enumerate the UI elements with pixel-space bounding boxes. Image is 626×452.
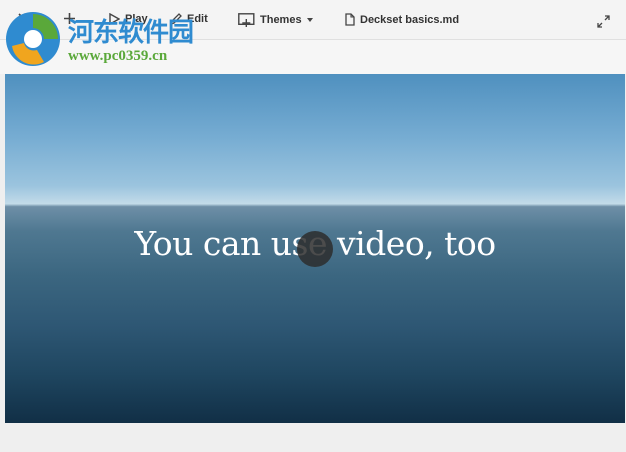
themes-icon xyxy=(238,13,255,27)
document-title: Deckset basics.md xyxy=(345,13,459,26)
themes-button[interactable]: Themes xyxy=(238,13,313,27)
themes-label: Themes xyxy=(260,14,302,26)
watermark-logo xyxy=(6,12,60,66)
document-name: Deckset basics.md xyxy=(360,13,460,26)
bottom-strip xyxy=(0,423,626,452)
watermark: 河东软件园 www.pc0359.cn xyxy=(4,8,214,70)
video-play-button[interactable] xyxy=(297,231,333,267)
slide-preview: You can use video, too xyxy=(5,74,625,423)
watermark-url: www.pc0359.cn xyxy=(68,48,168,64)
fullscreen-button[interactable] xyxy=(597,15,610,28)
expand-icon xyxy=(597,15,610,28)
watermark-title: 河东软件园 xyxy=(68,18,194,48)
document-icon xyxy=(345,13,355,26)
caret-down-icon xyxy=(306,18,313,22)
play-overlay-icon xyxy=(297,231,333,267)
